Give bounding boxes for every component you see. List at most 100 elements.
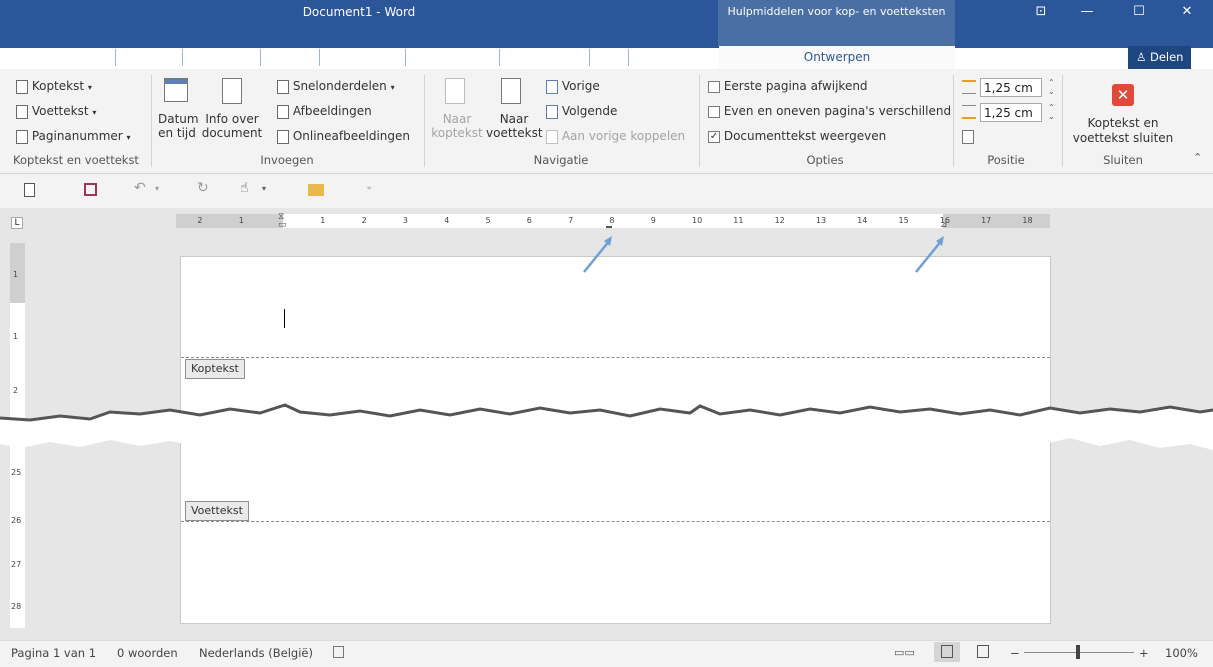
tell-me-search[interactable]: ♁ Uitleg... bbox=[975, 46, 1040, 69]
vertical-ruler-number: 1 bbox=[13, 332, 19, 341]
new-document-icon[interactable] bbox=[24, 183, 35, 197]
macro-recording-icon[interactable] bbox=[333, 646, 344, 658]
page-count[interactable]: Pagina 1 van 1 bbox=[11, 646, 96, 660]
chevron-down-icon[interactable]: ▾ bbox=[262, 184, 266, 193]
koptekst-button[interactable]: Koptekst ▾ bbox=[16, 79, 92, 94]
share-button[interactable]: ♙ Delen bbox=[1128, 46, 1192, 69]
touch-mode-icon[interactable]: ☝ bbox=[240, 180, 249, 196]
footer-position-spinner[interactable]: 1,25 cm bbox=[980, 103, 1042, 122]
tab-ontwikkelaars[interactable]: Ontwikkelaars bbox=[630, 46, 719, 69]
print-layout-icon[interactable] bbox=[941, 645, 953, 658]
annotation-arrow-right-tab bbox=[915, 236, 944, 273]
volgende-label: Volgende bbox=[561, 104, 618, 118]
open-folder-icon[interactable] bbox=[308, 184, 324, 196]
window-title: Document1 - Word bbox=[302, 5, 416, 19]
user-account[interactable]: Albert CL... bbox=[1052, 46, 1124, 69]
close-header-footer-button[interactable]: ✕ Koptekst en voettekst sluiten bbox=[1068, 78, 1178, 150]
tab-divider bbox=[260, 49, 261, 66]
tab-beeld[interactable]: Beeld bbox=[591, 46, 632, 69]
vertical-ruler-number: 28 bbox=[11, 602, 22, 611]
torn-page-edge bbox=[0, 403, 1213, 450]
tab-invoegen[interactable]: Invoegen bbox=[117, 46, 178, 69]
naar-voettekst-button[interactable]: Naar voettekst bbox=[486, 78, 543, 150]
tab-verwijzingen[interactable]: Verwijzingen bbox=[321, 46, 402, 69]
ruler-number: 3 bbox=[402, 216, 408, 225]
aan-vorige-koppelen-button[interactable]: Aan vorige koppelen bbox=[546, 129, 685, 144]
tab-ontwerpen[interactable]: Ontwerpen bbox=[184, 46, 256, 69]
naar-koptekst-label-1: Naar bbox=[442, 112, 472, 126]
tab-verzendlijsten[interactable]: Verzendlijsten bbox=[407, 46, 496, 69]
tab-divider bbox=[319, 49, 320, 66]
web-layout-icon[interactable] bbox=[977, 645, 989, 658]
voettekst-button[interactable]: Voettekst ▾ bbox=[16, 104, 96, 119]
spinner-arrows-icon[interactable]: ⌃ ⌄ bbox=[1048, 103, 1055, 121]
minimize-button[interactable]: — bbox=[1064, 0, 1110, 24]
documenttekst-label: Documenttekst weergeven bbox=[723, 129, 887, 143]
online-pictures-icon bbox=[277, 129, 289, 144]
tab-bestand[interactable]: Bestand bbox=[9, 46, 64, 69]
tab-start[interactable]: Start bbox=[77, 46, 113, 69]
paginanummer-button[interactable]: Paginanummer ▾ bbox=[16, 129, 131, 144]
naar-koptekst-button[interactable]: Naar koptekst bbox=[430, 78, 484, 150]
afbeeldingen-label: Afbeeldingen bbox=[292, 104, 372, 118]
tab-controleren[interactable]: Controleren bbox=[501, 46, 576, 69]
next-icon bbox=[546, 104, 558, 119]
tab-selector[interactable]: L bbox=[11, 217, 23, 229]
naar-voettekst-label-2: voettekst bbox=[486, 126, 543, 140]
group-label-koptekst-voettekst: Koptekst en voettekst bbox=[13, 153, 139, 167]
ruler-number: 18 bbox=[1022, 216, 1033, 225]
maximize-button[interactable]: ☐ bbox=[1116, 0, 1162, 24]
afbeeldingen-button[interactable]: Afbeeldingen bbox=[277, 104, 372, 119]
zoom-in-button[interactable]: + bbox=[1139, 646, 1149, 660]
vertical-ruler-number: 26 bbox=[11, 516, 22, 525]
zoom-slider-thumb[interactable] bbox=[1076, 645, 1080, 659]
indent-marker-icon[interactable]: ⧖ ▭ bbox=[278, 213, 287, 230]
datum-tijd-button[interactable]: Datum en tijd bbox=[158, 78, 199, 150]
right-tab-stop[interactable]: ⊿ bbox=[940, 220, 948, 230]
documenttekst-weergeven-checkbox[interactable]: ✓ Documenttekst weergeven bbox=[708, 129, 886, 143]
chevron-down-icon: ▾ bbox=[390, 83, 395, 92]
group-label-navigatie: Navigatie bbox=[533, 153, 589, 167]
ruler-number: 6 bbox=[526, 216, 532, 225]
undo-icon[interactable]: ↶ bbox=[134, 180, 146, 196]
checkmark-icon: ✓ bbox=[708, 130, 720, 143]
zoom-out-button[interactable]: − bbox=[1010, 646, 1020, 660]
center-tab-stop[interactable] bbox=[606, 222, 612, 228]
even-oneven-checkbox[interactable]: Even en oneven pagina's verschillend bbox=[708, 104, 951, 118]
spinner-arrows-icon[interactable]: ⌃ ⌄ bbox=[1048, 78, 1055, 96]
collapse-ribbon-icon[interactable]: ⌃ bbox=[1193, 151, 1202, 164]
onlineafbeeldingen-button[interactable]: Onlineafbeeldingen bbox=[277, 129, 410, 144]
customize-qat-icon[interactable]: ⏷ bbox=[366, 184, 372, 194]
language-indicator[interactable]: Nederlands (België) bbox=[199, 646, 313, 660]
close-window-button[interactable]: ✕ bbox=[1164, 0, 1210, 24]
left-margin-shading bbox=[176, 214, 283, 228]
text-cursor bbox=[284, 309, 285, 328]
ruler-number: 10 bbox=[692, 216, 703, 225]
person-icon: ♙ bbox=[1136, 50, 1147, 64]
snelonderdelen-label: Snelonderdelen bbox=[292, 79, 387, 93]
info-document-button[interactable]: Info over document bbox=[200, 78, 264, 150]
tab-ontwerpen-header-footer[interactable]: Ontwerpen bbox=[719, 46, 955, 69]
calendar-clock-icon bbox=[164, 78, 188, 102]
read-mode-icon[interactable]: ▭▭ bbox=[894, 646, 915, 659]
save-icon[interactable] bbox=[84, 183, 97, 196]
redo-icon[interactable]: ↻ bbox=[197, 180, 209, 196]
eerste-pagina-afwijkend-checkbox[interactable]: Eerste pagina afwijkend bbox=[708, 79, 868, 93]
group-label-sluiten: Sluiten bbox=[1103, 153, 1143, 167]
tab-indeling[interactable]: Indeling bbox=[262, 46, 316, 69]
close-label-1: Koptekst en bbox=[1087, 116, 1159, 130]
snelonderdelen-button[interactable]: Snelonderdelen ▾ bbox=[277, 79, 395, 94]
header-position-spinner[interactable]: 1,25 cm bbox=[980, 78, 1042, 97]
volgende-button[interactable]: Volgende bbox=[546, 104, 617, 119]
word-count[interactable]: 0 woorden bbox=[117, 646, 178, 660]
ruler-number: 1 bbox=[320, 216, 326, 225]
eerste-pagina-label: Eerste pagina afwijkend bbox=[723, 79, 868, 93]
insert-alignment-tab-icon[interactable] bbox=[962, 130, 974, 144]
vorige-button[interactable]: Vorige bbox=[546, 79, 600, 94]
chevron-down-icon[interactable]: ▾ bbox=[155, 184, 159, 193]
tab-divider bbox=[115, 49, 116, 66]
right-margin-shading bbox=[943, 214, 1050, 228]
ribbon-display-options-button[interactable]: ⊡ bbox=[1018, 0, 1064, 24]
tab-divider bbox=[182, 49, 183, 66]
zoom-level[interactable]: 100% bbox=[1165, 646, 1198, 660]
